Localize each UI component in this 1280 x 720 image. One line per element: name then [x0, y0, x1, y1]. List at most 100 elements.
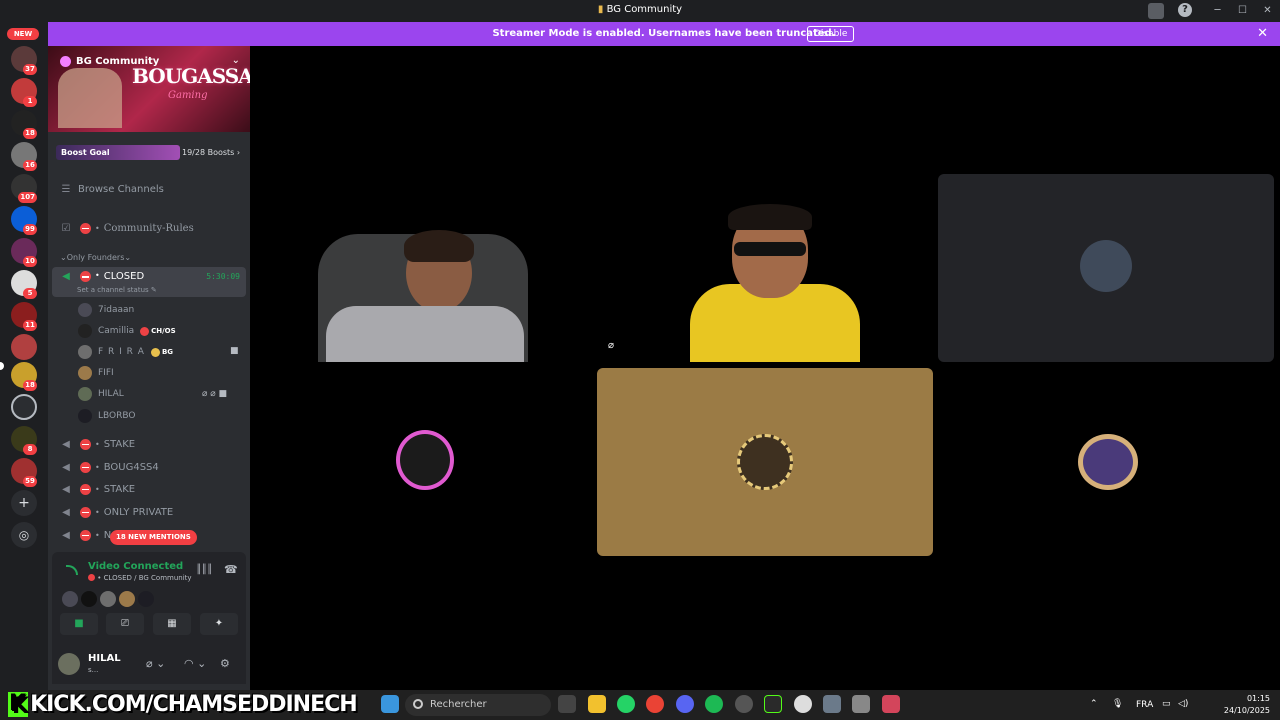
stream-overlay: K KICK.COM/CHAMSEDDINECH	[8, 692, 358, 717]
app-icon[interactable]	[764, 695, 782, 713]
server-name[interactable]: BG Community	[60, 56, 159, 67]
muted-icon: ⌀	[608, 340, 615, 351]
server-icon[interactable]: 5	[11, 270, 37, 299]
chevron-down-icon[interactable]: ⌄	[232, 55, 240, 66]
video-tile[interactable]	[597, 368, 933, 556]
discover-icon[interactable]: ◎	[11, 522, 37, 548]
noise-suppression-icon[interactable]: ║║║	[196, 565, 212, 575]
server-icon[interactable]: 18	[11, 362, 37, 391]
channel-status[interactable]: Set a channel status ✎	[77, 286, 157, 294]
chrome-icon[interactable]	[646, 695, 664, 713]
voice-status[interactable]: Video Connected	[88, 561, 183, 572]
disable-streamer-button[interactable]: Disable	[807, 26, 855, 42]
user-avatar[interactable]	[58, 653, 80, 675]
video-tile[interactable]	[940, 368, 1274, 556]
avatar	[78, 366, 92, 380]
avatar	[78, 409, 92, 423]
taskbar-search[interactable]: Rechercher	[405, 694, 551, 716]
server-icon[interactable]: 107	[11, 174, 37, 203]
video-tile[interactable]: ⌀	[596, 174, 932, 362]
video-tile[interactable]	[256, 368, 590, 556]
settings-icon[interactable]	[823, 695, 841, 713]
minimize-button[interactable]: ─	[1205, 0, 1230, 22]
add-server-icon[interactable]: +	[11, 490, 37, 516]
voice-channel[interactable]: ◀ • STAKE	[52, 479, 246, 499]
voice-channel[interactable]: ◀ • ONLY PRIVATE	[52, 502, 246, 522]
avatar[interactable]	[100, 591, 116, 607]
avatar[interactable]	[138, 591, 154, 607]
help-icon[interactable]: ?	[1178, 3, 1192, 17]
discord-icon[interactable]	[676, 695, 694, 713]
video-tile[interactable]	[938, 174, 1274, 362]
new-mentions-pill[interactable]: 18 NEW MENTIONS	[110, 530, 197, 545]
boost-count: 19/28 Boosts ›	[182, 148, 241, 157]
clock[interactable]: 01:15 24/10/2025	[1224, 693, 1270, 717]
mic-icon[interactable]: 🎙	[1112, 699, 1123, 709]
voice-location[interactable]: • CLOSED / BG Community	[88, 574, 192, 582]
gear-icon[interactable]: ⚙	[220, 657, 230, 670]
no-entry-icon	[80, 506, 91, 518]
streamer-mode-banner: Streamer Mode is enabled. Usernames have…	[48, 22, 1280, 46]
maximize-button[interactable]: ☐	[1230, 0, 1255, 22]
language-indicator[interactable]: FRA	[1136, 700, 1153, 710]
avatar[interactable]	[119, 591, 135, 607]
channel-community-rules[interactable]: ☑ • Community-Rules	[52, 218, 246, 238]
voice-channel[interactable]: ◀ • STAKE	[52, 434, 246, 454]
media-player-icon[interactable]	[794, 695, 812, 713]
chevron-up-icon[interactable]: ⌃	[1090, 699, 1098, 709]
server-icon[interactable]	[11, 334, 37, 360]
whatsapp-icon[interactable]	[617, 695, 635, 713]
app-icon[interactable]	[882, 695, 900, 713]
member-item[interactable]: LBORBO	[78, 407, 135, 425]
channel-sidebar: BOUGASSAA Gaming BG Community ⌄ Boost Go…	[48, 46, 250, 690]
category-only-founders[interactable]: ⌄ Only Founders ⌄	[52, 249, 246, 265]
volume-icon[interactable]: ◁)	[1178, 699, 1188, 709]
mic-muted-icon[interactable]: ⌀ ⌄	[146, 657, 165, 670]
server-icon[interactable]: 99	[11, 206, 37, 235]
camera-button[interactable]: ■	[60, 613, 98, 635]
disconnect-icon[interactable]: ☎	[224, 563, 238, 576]
server-banner[interactable]: BOUGASSAA Gaming BG Community ⌄	[48, 46, 250, 132]
server-icon[interactable]: 59	[11, 458, 37, 487]
server-icon[interactable]: 16	[11, 142, 37, 171]
server-icon[interactable]: 11	[11, 302, 37, 331]
server-icon[interactable]: 18	[11, 110, 37, 139]
member-item[interactable]: HILAL	[78, 385, 124, 403]
member-tag: CH/OS	[140, 326, 176, 336]
snipping-tool-icon[interactable]	[852, 695, 870, 713]
server-icon[interactable]: 37	[11, 46, 37, 75]
new-badge[interactable]: NEW	[7, 28, 39, 40]
avatar[interactable]	[81, 591, 97, 607]
browse-channels[interactable]: ☰ Browse Channels	[52, 179, 246, 199]
server-icon[interactable]: 1	[11, 78, 37, 107]
member-item[interactable]: 7idaaan	[78, 301, 134, 319]
network-icon[interactable]: ▭	[1162, 699, 1171, 709]
avatar[interactable]	[62, 591, 78, 607]
close-icon[interactable]: ✕	[1257, 26, 1268, 41]
server-icon[interactable]: 10	[11, 238, 37, 267]
voice-channel[interactable]: ◀ • BOUG4SS4	[52, 457, 246, 477]
activities-button[interactable]: ▦	[153, 613, 191, 635]
boost-goal[interactable]: Boost Goal 19/28 Boosts ›	[56, 145, 242, 160]
member-item[interactable]: Camillia CH/OS	[78, 322, 176, 340]
member-item[interactable]: FIFI	[78, 364, 114, 382]
user-name[interactable]: HILAL	[88, 653, 121, 664]
member-item[interactable]: F R I R A BG	[78, 343, 173, 361]
screen-share-button[interactable]: ⎚	[106, 613, 144, 635]
obs-icon[interactable]	[735, 695, 753, 713]
video-tile[interactable]	[256, 174, 588, 362]
task-view-icon[interactable]	[558, 695, 576, 713]
boost-label: Boost Goal	[61, 148, 110, 157]
file-explorer-icon[interactable]	[588, 695, 606, 713]
window-title: ▮ BG Community	[597, 4, 683, 15]
headphones-icon[interactable]: ◠ ⌄	[184, 657, 206, 670]
spotify-icon[interactable]	[705, 695, 723, 713]
server-icon[interactable]	[11, 394, 37, 420]
soundboard-button[interactable]: ✦	[200, 613, 238, 635]
avatar	[396, 430, 454, 490]
server-icon[interactable]: 8	[11, 426, 37, 455]
close-window-button[interactable]: ✕	[1255, 0, 1280, 22]
voice-channel-closed[interactable]: ◀ • CLOSED 5:30:09 Set a channel status …	[52, 267, 246, 297]
windows-start-icon[interactable]	[381, 695, 399, 713]
inbox-icon[interactable]	[1148, 3, 1164, 19]
